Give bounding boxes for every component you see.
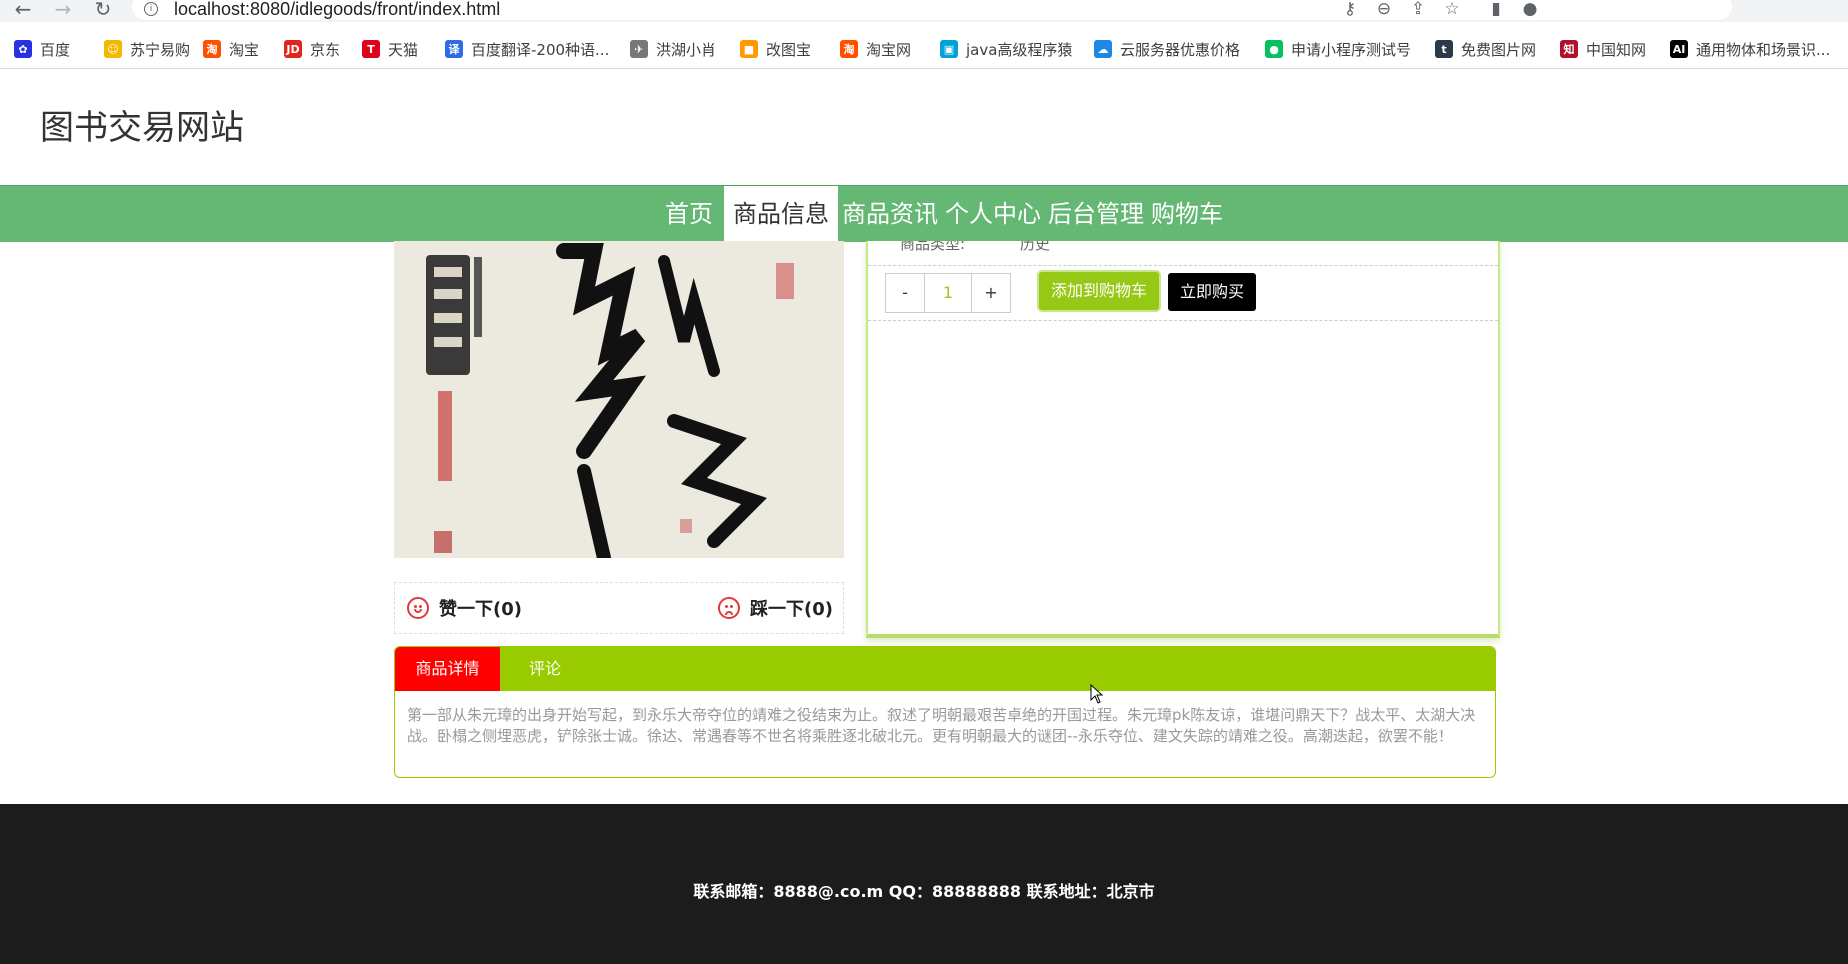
bilibili-tv-icon: ▣ <box>940 40 958 58</box>
dislike-button[interactable]: 踩一下(0) <box>718 596 833 620</box>
browser-toolbar: ← → ↻ i localhost:8080/idlegoods/front/i… <box>0 0 1848 22</box>
bookmark-label: 申请小程序测试号 <box>1291 40 1412 59</box>
smile-face-icon <box>407 597 429 619</box>
bookmark-item[interactable]: 知中国知网 <box>1560 38 1646 60</box>
bookmark-item[interactable]: ▣ java高级程序猿 <box>940 38 1072 60</box>
bookmark-label: 云服务器优惠价格 <box>1120 40 1241 59</box>
product-detail-text: 第一部从朱元璋的出身开始写起，到永乐大帝夺位的靖难之役结束为止。叙述了明朝最艰苦… <box>407 706 1476 745</box>
baidu-paw-icon: ✿ <box>14 40 32 58</box>
url-text[interactable]: localhost:8080/idlegoods/front/index.htm… <box>174 0 500 18</box>
bookmark-label: 通用物体和场景识... <box>1696 40 1831 59</box>
wechat-icon: ● <box>1265 40 1283 58</box>
bookmark-item[interactable]: 淘淘宝 <box>203 38 259 60</box>
jd-icon: JD <box>284 40 302 58</box>
suning-lion-icon: ☺ <box>104 40 122 58</box>
bookmark-label: 中国知网 <box>1586 40 1647 59</box>
bookmark-item[interactable]: AI 通用物体和场景识... <box>1670 38 1830 60</box>
taobao-icon: 淘 <box>203 40 221 58</box>
reload-icon[interactable]: ↻ <box>90 0 116 20</box>
tab-product-detail[interactable]: 商品详情 <box>395 647 500 691</box>
vote-box: 赞一下(0) 踩一下(0) <box>394 582 844 634</box>
sad-face-icon <box>718 597 740 619</box>
bookmark-label: 苏宁易购 <box>130 40 191 59</box>
mouse-cursor-icon <box>1090 684 1104 704</box>
bookmark-label: java高级程序猿 <box>966 40 1073 59</box>
dislike-label: 踩一下(0) <box>750 599 833 620</box>
forward-arrow-icon[interactable]: → <box>50 0 76 20</box>
bookmark-label: 京东 <box>310 40 341 59</box>
bookmark-label: 免费图片网 <box>1461 40 1537 59</box>
ai-icon: AI <box>1670 40 1688 58</box>
book-cover-image <box>394 241 844 558</box>
product-tabs: 商品详情 评论 第一部从朱元璋的出身开始写起，到永乐大帝夺位的靖难之役结束为止。… <box>394 646 1496 778</box>
bookmark-label: 洪湖小肖 <box>656 40 717 59</box>
nav-cart[interactable]: 购物车 <box>1151 186 1223 242</box>
bookmark-item[interactable]: 译百度翻译-200种语... <box>445 38 609 60</box>
purchase-row: - 1 + 添加到购物车 立即购买 <box>868 266 1498 321</box>
bookmark-label: 百度翻译-200种语... <box>471 40 610 59</box>
star-icon[interactable]: ☆ <box>1440 0 1464 20</box>
product-type-value: 历史 <box>1020 241 1051 253</box>
add-to-cart-button[interactable]: 添加到购物车 <box>1039 272 1160 310</box>
nav-admin[interactable]: 后台管理 <box>1048 186 1144 242</box>
bookmark-item[interactable]: JD 京东 <box>284 38 340 60</box>
book-cover-illustration <box>394 241 844 558</box>
like-button[interactable]: 赞一下(0) <box>407 596 522 620</box>
cloud-icon: ☁ <box>1094 40 1112 58</box>
bookmark-item[interactable]: ✿ 百度 <box>14 38 70 60</box>
tabs-header: 商品详情 评论 <box>395 647 1495 691</box>
profile-icon[interactable]: ● <box>1518 0 1542 20</box>
product-type-label: 商品类型: <box>900 241 966 253</box>
quantity-decrease-button[interactable]: - <box>886 274 924 312</box>
bookmark-label: 改图宝 <box>766 40 812 59</box>
nav-home[interactable]: 首页 <box>662 186 716 242</box>
bookmark-item[interactable]: ■ 改图宝 <box>740 38 811 60</box>
like-label: 赞一下(0) <box>439 599 522 620</box>
bookmarks-bar: ✿ 百度 ☺ 苏宁易购淘淘宝 JD 京东 T 天猫译百度翻译-200种语... ✈ 洪湖小肖 ■ 改图… <box>0 30 1848 69</box>
taobao-icon: 淘 <box>840 40 858 58</box>
nav-personal-center[interactable]: 个人中心 <box>945 186 1041 242</box>
site-footer: 联系邮箱：8888@.co.m QQ：88888888 联系地址：北京市 <box>0 804 1848 964</box>
tab-comments[interactable]: 评论 <box>500 647 590 691</box>
buy-now-button[interactable]: 立即购买 <box>1168 273 1257 311</box>
nav-product-news[interactable]: 商品资讯 <box>842 186 938 242</box>
zoom-out-icon[interactable]: ⊖ <box>1372 0 1396 20</box>
bookmark-label: 淘宝 <box>229 40 260 59</box>
bookmark-label: 百度 <box>40 40 71 59</box>
bookmark-item[interactable]: ☺ 苏宁易购 <box>104 38 190 60</box>
footer-contact: 联系邮箱：8888@.co.m QQ：88888888 联系地址：北京市 <box>693 882 1155 901</box>
product-type-row: 商品类型: 历史 <box>868 241 1498 266</box>
quantity-input[interactable]: 1 <box>924 274 972 312</box>
bookmark-item[interactable]: ☁ 云服务器优惠价格 <box>1094 38 1240 60</box>
t-circle-icon: t <box>1435 40 1453 58</box>
bookmark-label: 天猫 <box>388 40 419 59</box>
back-arrow-icon[interactable]: ← <box>10 0 36 20</box>
nav-product-info[interactable]: 商品信息 <box>724 186 838 242</box>
product-info-panel: 商品类型: 历史 - 1 + 添加到购物车 立即购买 <box>866 241 1500 638</box>
side-panel-icon[interactable]: ▮ <box>1484 0 1508 20</box>
bookmark-item[interactable]: 淘淘宝网 <box>840 38 911 60</box>
quantity-stepper: - 1 + <box>885 273 1011 313</box>
cnki-icon: 知 <box>1560 40 1578 58</box>
share-icon[interactable]: ⇪ <box>1406 0 1430 20</box>
key-icon[interactable]: ⚷ <box>1338 0 1362 20</box>
site-title: 图书交易网站 <box>40 108 244 148</box>
quantity-increase-button[interactable]: + <box>972 274 1010 312</box>
site-info-icon[interactable]: i <box>144 2 158 16</box>
bookmark-label: 淘宝网 <box>866 40 912 59</box>
main-nav: 首页 商品信息 商品资讯 个人中心 后台管理 购物车 <box>0 185 1848 242</box>
bookmark-item[interactable]: t 免费图片网 <box>1435 38 1536 60</box>
bookmark-item[interactable]: ✈ 洪湖小肖 <box>630 38 716 60</box>
gaitubao-icon: ■ <box>740 40 758 58</box>
bookmark-item[interactable]: T 天猫 <box>362 38 418 60</box>
bird-icon: ✈ <box>630 40 648 58</box>
tmall-icon: T <box>362 40 380 58</box>
bookmark-item[interactable]: ● 申请小程序测试号 <box>1265 38 1411 60</box>
baidu-translate-icon: 译 <box>445 40 463 58</box>
